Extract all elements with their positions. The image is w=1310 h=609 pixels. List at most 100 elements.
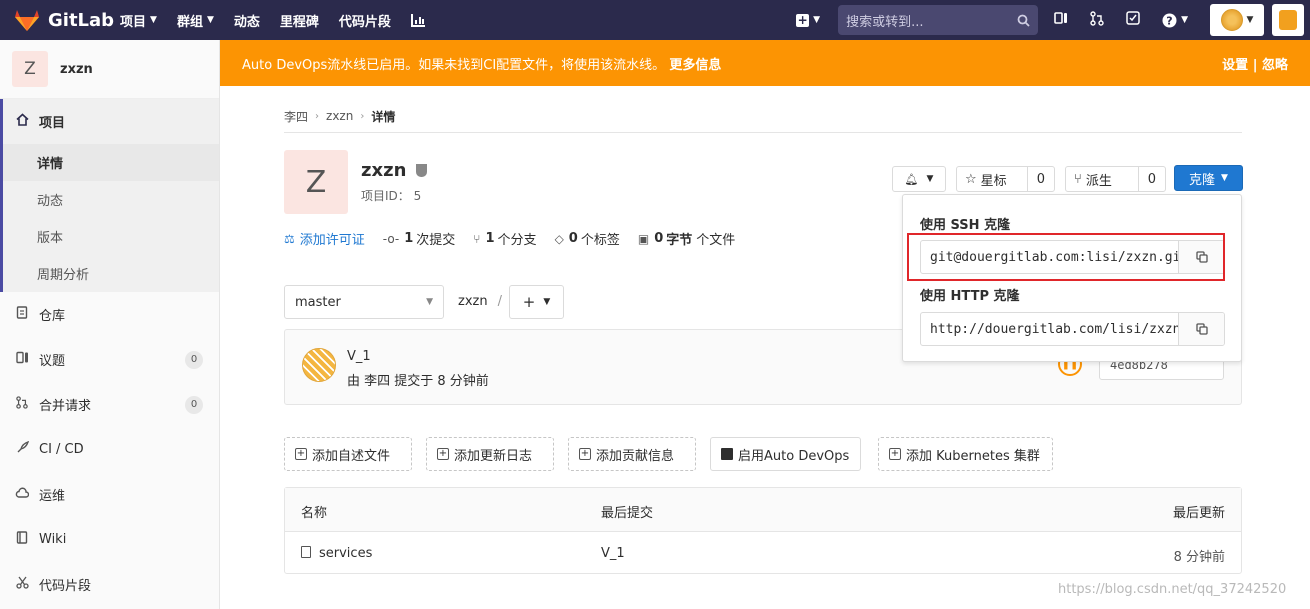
add-changelog-button[interactable]: + 添加更新日志	[426, 437, 554, 471]
nav-activity[interactable]: 动态	[234, 11, 260, 30]
breadcrumb-current[interactable]: 详情	[371, 108, 395, 125]
panel-icon[interactable]	[1054, 11, 1068, 29]
notification-dropdown[interactable]: 🔔︎ ▼	[892, 166, 946, 192]
nav-projects[interactable]: 项目 ▼	[120, 11, 157, 30]
chevron-down-icon: ▼	[1246, 15, 1254, 25]
highlight-annotation-box	[907, 233, 1225, 281]
add-kubernetes-cluster-button[interactable]: + 添加 Kubernetes 集群	[878, 437, 1053, 471]
help-icon-svg: ?	[1162, 13, 1177, 27]
column-name: 名称	[301, 506, 328, 521]
chevron-down-icon: ▼	[1181, 15, 1188, 25]
repo-path-root[interactable]: zxzn	[458, 294, 488, 309]
file-name: services	[319, 546, 373, 561]
file-last-commit[interactable]: V_1	[601, 546, 625, 561]
table-row[interactable]: services V_1 8 分钟前	[285, 532, 1241, 574]
file-name-cell[interactable]: services	[301, 546, 372, 561]
banner-actions: 设置 | 忽略	[1222, 54, 1288, 73]
project-avatar-large: Z	[284, 150, 348, 214]
sidebar-item-label: CI / CD	[39, 442, 84, 457]
sidebar-item-snippets[interactable]: 代码片段	[0, 562, 219, 607]
user-menu-button[interactable]: ▼	[1210, 4, 1264, 36]
sidebar-subitem-cycle-analytics[interactable]: 周期分析	[3, 255, 219, 292]
svg-text:?: ?	[1166, 14, 1172, 27]
file-updated: 8 分钟前	[1173, 550, 1225, 565]
merge-requests-count-badge: 0	[185, 395, 203, 414]
file-tree-table: 名称 最后提交 最后更新 services V_1 8 分钟前	[284, 487, 1242, 574]
sidebar-item-issues[interactable]: 议题 0	[0, 337, 219, 382]
auto-devops-banner: Auto DevOps流水线已启用。如果未找到CI配置文件，将使用该流水线。 更…	[220, 40, 1310, 86]
gitlab-logo[interactable]: GitLab	[0, 8, 120, 32]
sidebar-item-cicd[interactable]: CI / CD	[0, 427, 219, 472]
breadcrumb-owner[interactable]: 李四	[284, 108, 308, 125]
copy-icon[interactable]	[1178, 313, 1224, 345]
issues-count-badge: 0	[185, 350, 203, 369]
path-separator: /	[497, 294, 502, 309]
sidebar-item-label: 项目	[39, 116, 66, 131]
sidebar-subitem-releases[interactable]: 版本	[3, 218, 219, 255]
merge-request-icon[interactable]	[1090, 10, 1104, 30]
sidebar-item-label: Wiki	[39, 532, 67, 547]
branches-label: 个分支	[497, 233, 537, 248]
add-changelog-label: 添加更新日志	[454, 448, 533, 464]
sidebar-item-merge-requests[interactable]: 合并请求 0	[0, 382, 219, 427]
commit-author-avatar[interactable]	[302, 348, 336, 382]
branch-select[interactable]: master ▼	[284, 285, 444, 319]
chevron-down-icon: ▼	[206, 15, 214, 25]
nav-groups[interactable]: 群组 ▼	[177, 11, 214, 30]
commit-title[interactable]: V_1	[347, 349, 371, 364]
tags-count: 0	[568, 231, 578, 246]
cloud-icon	[13, 487, 31, 503]
clone-button[interactable]: 克隆 ▼	[1174, 165, 1243, 191]
help-icon[interactable]: ? ▼	[1162, 13, 1188, 28]
table-header-row: 名称 最后提交 最后更新	[285, 488, 1241, 532]
sidebar-project-header[interactable]: Z zxzn	[0, 40, 219, 99]
search-input[interactable]: 搜索或转到...	[838, 5, 1039, 35]
add-readme-button[interactable]: + 添加自述文件	[284, 437, 412, 471]
sidebar-item-operations[interactable]: 运维	[0, 472, 219, 517]
banner-more-info-link[interactable]: 更多信息	[669, 58, 721, 73]
sidebar-subitem-activity[interactable]: 动态	[3, 181, 219, 218]
sidebar-item-repository[interactable]: 仓库	[0, 292, 219, 337]
breadcrumb-project[interactable]: zxzn	[326, 109, 353, 123]
sidebar-item-wiki[interactable]: Wiki	[0, 517, 219, 562]
banner-ignore-link[interactable]: 忽略	[1262, 58, 1288, 73]
branches-stat[interactable]: ⑂ 1 个分支	[473, 229, 536, 248]
star-button[interactable]: ☆ 星标 0	[956, 166, 1055, 192]
fork-button[interactable]: ⑂ 派生 0	[1065, 166, 1166, 192]
add-license-link[interactable]: ⚖ 添加许可证	[284, 229, 365, 249]
http-url-field[interactable]: http://douergitlab.com/lisi/zxzn.git	[920, 312, 1225, 346]
nav-projects-label: 项目	[120, 14, 147, 30]
tags-stat[interactable]: ◇ 0 个标签	[555, 229, 620, 248]
sidebar-subitem-details[interactable]: 详情	[3, 144, 219, 181]
plus-square-icon: +	[579, 448, 591, 460]
todo-icon[interactable]	[1126, 11, 1140, 29]
star-count: 0	[1026, 167, 1054, 191]
chevron-down-icon: ▼	[926, 174, 934, 184]
project-sidebar: Z zxzn 项目 详情 动态 版本 周期分析 仓库 议题 0 合并请求 0 C…	[0, 40, 220, 609]
nav-milestones[interactable]: 里程碑	[280, 11, 319, 30]
size-label: 字节	[666, 233, 693, 248]
enable-auto-devops-label: 启用Auto DevOps	[738, 448, 850, 464]
size-stat[interactable]: ▣ 0 字节 个文件	[638, 229, 735, 248]
sidebar-item-label: 代码片段	[39, 579, 92, 594]
helper-button[interactable]	[1272, 4, 1304, 36]
nav-snippets[interactable]: 代码片段	[339, 11, 391, 30]
home-icon	[13, 113, 31, 130]
scissors-icon	[13, 576, 31, 593]
commits-stat[interactable]: -o- 1 次提交	[383, 229, 456, 248]
branches-count: 1	[485, 231, 495, 246]
project-title: zxzn	[361, 160, 428, 181]
new-dropdown-button[interactable]: + ▼	[796, 13, 820, 27]
commit-icon: -o-	[382, 231, 400, 246]
banner-settings-link[interactable]: 设置	[1222, 58, 1248, 73]
http-url-value[interactable]: http://douergitlab.com/lisi/zxzn.git	[921, 322, 1178, 337]
enable-auto-devops-button[interactable]: 启用Auto DevOps	[710, 437, 861, 471]
sidebar-item-project[interactable]: 项目	[3, 99, 219, 144]
chart-icon[interactable]	[410, 13, 426, 27]
scale-icon: ⚖	[284, 231, 295, 246]
add-file-dropdown[interactable]: + ▼	[509, 285, 564, 319]
column-last-update: 最后更新	[1172, 506, 1225, 521]
repo-path: zxzn /	[458, 294, 502, 309]
add-contributing-button[interactable]: + 添加贡献信息	[568, 437, 696, 471]
sidebar-project-name: zxzn	[60, 61, 93, 77]
